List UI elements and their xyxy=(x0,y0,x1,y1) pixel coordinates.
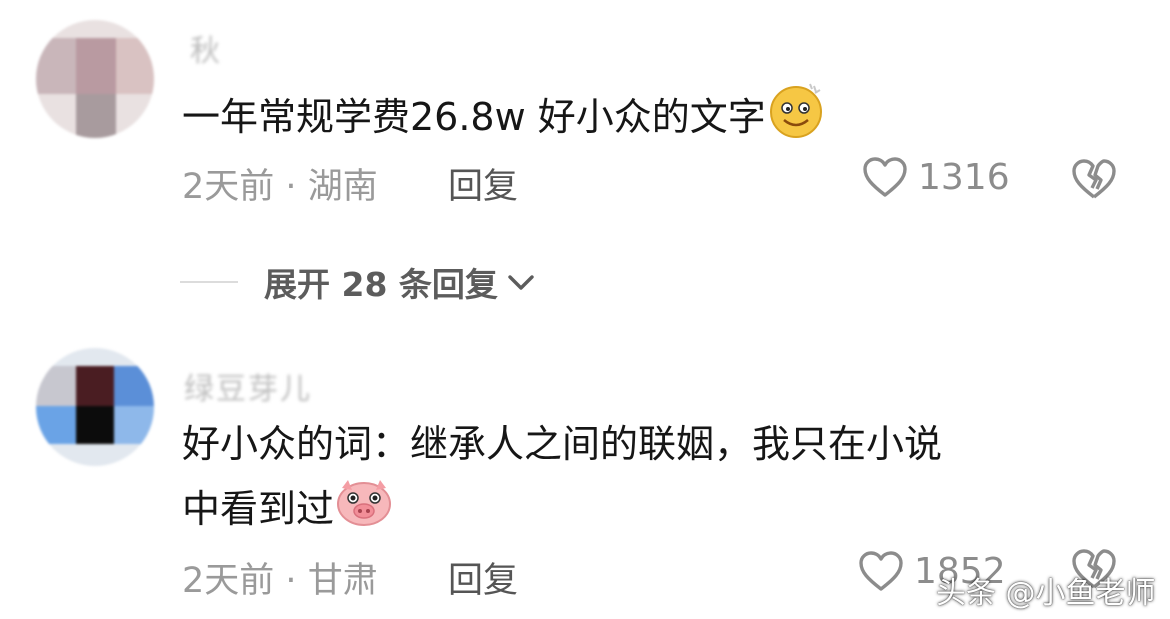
meta-separator: · xyxy=(285,167,297,207)
expand-replies-button[interactable]: 展开 28 条回复 xyxy=(180,258,538,306)
comment-text-body: 一年常规学费26.8w 好小众的文字 xyxy=(182,95,766,139)
avatar[interactable] xyxy=(36,20,154,138)
watermark: 头条 @小鱼老师 xyxy=(936,576,1156,611)
username[interactable]: 秋 xyxy=(190,26,222,70)
username[interactable]: 绿豆芽儿 xyxy=(184,364,312,408)
comment-time: 2天前 xyxy=(182,167,275,207)
comment-location: 湖南 xyxy=(307,167,378,207)
comment-text-line: 中看到过 xyxy=(182,476,1142,547)
comment-meta: 2天前 · 甘肃 xyxy=(182,552,378,603)
broken-heart-icon xyxy=(1072,159,1116,199)
comment-text: 好小众的词：继承人之间的联姻，我只在小说 中看到过 xyxy=(182,412,1142,547)
chevron-down-icon xyxy=(508,275,534,290)
comment-location: 甘肃 xyxy=(307,561,378,601)
reply-button[interactable]: 回复 xyxy=(448,158,518,209)
meta-separator: · xyxy=(285,561,297,601)
reply-button[interactable]: 回复 xyxy=(448,552,518,603)
comment-text: 一年常规学费26.8w 好小众的文字 xyxy=(182,80,1142,159)
avatar[interactable] xyxy=(36,348,154,466)
pig-emoji-icon xyxy=(334,476,394,547)
comment-text-line: 好小众的词：继承人之间的联姻，我只在小说 xyxy=(182,422,943,466)
smile-emoji-icon xyxy=(766,80,826,159)
like-count: 1316 xyxy=(918,156,1010,198)
comment-time: 2天前 xyxy=(182,561,275,601)
comment-meta: 2天前 · 湖南 xyxy=(182,158,378,209)
expand-replies-label: 展开 28 条回复 xyxy=(264,265,498,304)
dislike-button[interactable] xyxy=(1070,158,1118,204)
like-button[interactable]: 1316 xyxy=(862,156,1010,198)
heart-icon xyxy=(859,551,903,591)
comment-text-body: 中看到过 xyxy=(182,487,335,531)
heart-icon xyxy=(863,157,907,197)
divider xyxy=(180,281,238,283)
